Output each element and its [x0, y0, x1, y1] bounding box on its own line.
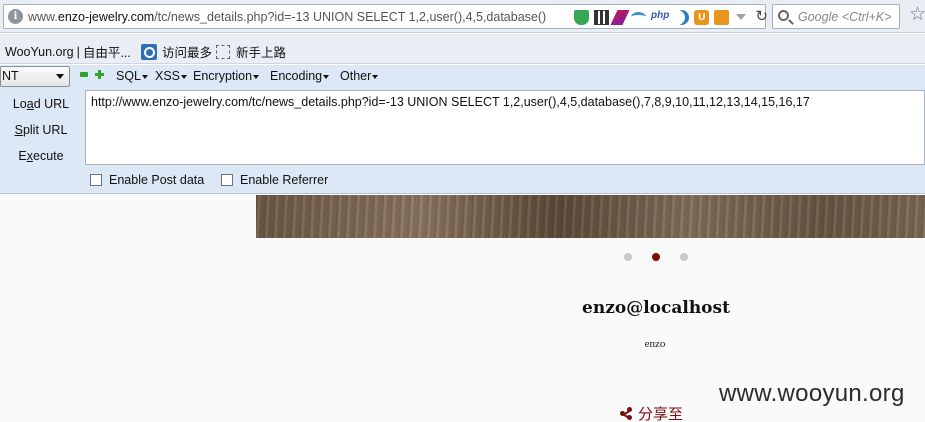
menu-encoding[interactable]: Encoding [270, 69, 330, 83]
caret-down-icon [372, 74, 379, 79]
qr-code-icon[interactable] [594, 9, 609, 25]
checkbox-box[interactable] [90, 174, 102, 186]
access-key: S [14, 123, 23, 137]
page-placeholder-icon [216, 44, 230, 59]
carousel-dot[interactable] [680, 253, 688, 261]
search-placeholder: Google <Ctrl+K> [798, 10, 892, 24]
shield-icon[interactable] [574, 9, 589, 25]
load-url-button[interactable]: Load URL [0, 93, 82, 115]
news-title: enzo@localhost [582, 298, 730, 318]
navigation-toolbar: i www.enzo-jewelry.com/tc/news_details.p… [0, 0, 925, 33]
caret-down-icon [181, 74, 188, 79]
menu-other[interactable]: Other [340, 69, 379, 83]
select-value: NT [2, 69, 19, 83]
php-icon[interactable]: php [651, 10, 669, 25]
caret-down-icon [142, 74, 149, 79]
hackbar-select[interactable]: NT [0, 66, 70, 87]
carousel-dot-active[interactable] [652, 253, 660, 261]
menu-encryption[interactable]: Encryption [193, 69, 260, 83]
address-bar[interactable]: i www.enzo-jewelry.com/tc/news_details.p… [3, 4, 768, 29]
search-folder-icon [141, 43, 157, 60]
hackbar-url-input[interactable]: http://www.enzo-jewelry.com/tc/news_deta… [85, 90, 925, 165]
menu-sql[interactable]: SQL [116, 69, 149, 83]
hackbar-menu: NT SQL XSS Encryption Encoding Other [0, 65, 925, 89]
search-icon[interactable] [778, 10, 789, 21]
bookmark-wooyun[interactable]: WooYun.org | 自由平... [5, 42, 131, 61]
share-button[interactable]: 分享至 [620, 403, 683, 422]
carousel-dot[interactable] [624, 253, 632, 261]
caret-down-icon [253, 74, 260, 79]
button-label-part: ecute [33, 149, 64, 163]
bookmark-label: 自由平... [82, 46, 131, 60]
watermark: www.wooyun.org [719, 380, 905, 407]
checkbox-label: Enable Post data [109, 173, 205, 187]
url-path: /tc/news_details.php?id=-13 UNION SELECT… [154, 10, 547, 24]
hackbar-panel: NT SQL XSS Encryption Encoding Other Loa… [0, 65, 925, 194]
access-key: a [26, 97, 34, 111]
history-dropdown-icon[interactable] [736, 14, 747, 20]
addon-icons: php U ↻ [574, 8, 768, 26]
web-page-content: enzo@localhost enzo 分享至 www.wooyun.org [0, 195, 925, 422]
button-label-part: d URL [33, 97, 70, 111]
plus-icon[interactable] [95, 70, 104, 79]
checkbox-label: Enable Referrer [240, 173, 329, 187]
share-icon [620, 407, 632, 420]
menu-label: XSS [155, 69, 181, 83]
checkbox-box[interactable] [221, 174, 233, 186]
bookmark-separator: | [76, 44, 80, 59]
search-bar[interactable]: Google <Ctrl+K> [772, 4, 900, 29]
menu-xss[interactable]: XSS [155, 69, 188, 83]
reload-icon[interactable]: ↻ [755, 8, 768, 26]
share-label: 分享至 [638, 406, 684, 422]
button-label-part: plit URL [22, 123, 68, 137]
menu-label: Other [340, 69, 372, 83]
bookmark-most-visited[interactable]: 访问最多 [141, 42, 212, 61]
menu-label: SQL [116, 69, 142, 83]
site-info-icon[interactable]: i [8, 9, 23, 24]
menu-label: Encoding [270, 69, 323, 83]
bookmark-star-icon[interactable]: ☆ [909, 4, 925, 26]
button-label-part: E [18, 149, 27, 163]
news-subtitle: enzo [644, 338, 666, 350]
url-domain: enzo-jewelry.com [57, 10, 155, 24]
button-label-part: Lo [12, 97, 27, 111]
bookmark-label: 新手上路 [236, 46, 287, 60]
banner-image [256, 195, 925, 238]
url-prefix: www. [28, 10, 58, 24]
enable-post-data-checkbox[interactable]: Enable Post data [90, 173, 204, 187]
minus-icon[interactable] [80, 72, 88, 77]
execute-button[interactable]: Execute [0, 145, 82, 167]
moon-icon[interactable] [674, 10, 689, 25]
ublock-icon[interactable]: U [694, 9, 710, 25]
chevron-down-icon [56, 74, 64, 79]
bookmarks-toolbar: WooYun.org | 自由平... 访问最多 新手上路 [0, 34, 925, 64]
enable-referrer-checkbox[interactable]: Enable Referrer [221, 173, 328, 187]
stats-icon[interactable] [714, 9, 730, 25]
split-url-button[interactable]: Split URL [0, 119, 82, 141]
feather-icon[interactable] [610, 9, 630, 25]
bookmark-getting-started[interactable]: 新手上路 [216, 42, 286, 61]
bookmark-label: 访问最多 [162, 46, 213, 60]
bookmark-label: WooYun.org [5, 44, 74, 59]
menu-label: Encryption [193, 69, 253, 83]
address-url[interactable]: www.enzo-jewelry.com/tc/news_details.php… [28, 10, 546, 24]
caret-down-icon [323, 74, 330, 79]
wave-icon[interactable] [631, 12, 646, 22]
